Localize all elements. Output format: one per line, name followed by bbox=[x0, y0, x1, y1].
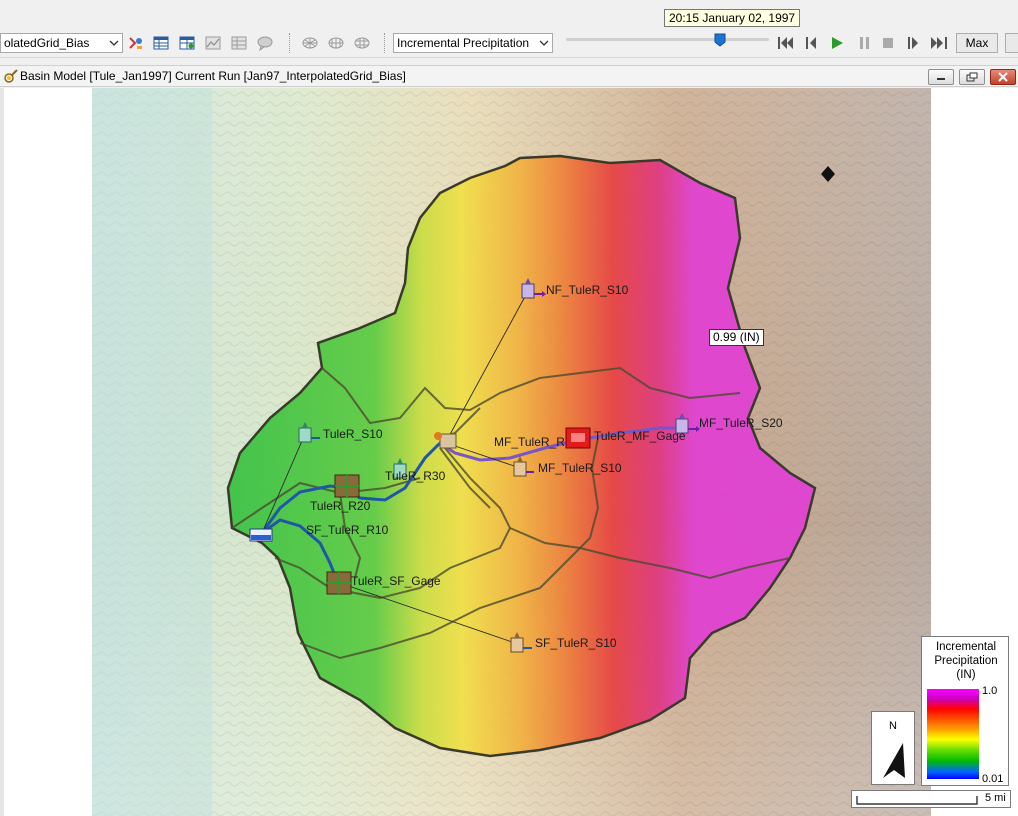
mf-gage-label: TuleR_MF_Gage bbox=[594, 429, 686, 443]
grid-cells-icon[interactable] bbox=[327, 34, 345, 52]
legend-max-value: 1.0 bbox=[982, 685, 998, 697]
grid-icon[interactable] bbox=[301, 34, 319, 52]
s10-subbasin-label: TuleR_S10 bbox=[323, 427, 383, 441]
basin-model-icon bbox=[4, 69, 18, 83]
forward-end-icon[interactable] bbox=[931, 37, 947, 49]
play-icon[interactable] bbox=[832, 37, 843, 49]
restore-icon bbox=[966, 72, 978, 82]
run-select[interactable]: olatedGrid_Bias bbox=[0, 33, 123, 53]
step-forward-icon[interactable] bbox=[908, 37, 918, 49]
minimize-icon bbox=[937, 78, 945, 80]
parameter-select[interactable]: Incremental Precipitation bbox=[393, 33, 553, 53]
r20-reach-label: TuleR_R20 bbox=[310, 499, 371, 513]
parameter-select-value: Incremental Precipitation bbox=[397, 36, 530, 50]
legend-title-line2: Precipitation bbox=[934, 655, 998, 667]
max-button[interactable]: Max bbox=[956, 33, 998, 53]
rewind-start-icon[interactable] bbox=[778, 37, 793, 49]
mf-gage-icon[interactable] bbox=[565, 427, 591, 449]
pause-icon[interactable] bbox=[860, 37, 869, 49]
time-series-table-icon[interactable] bbox=[230, 34, 248, 52]
r20-reservoir-icon[interactable] bbox=[334, 474, 360, 498]
close-button[interactable] bbox=[990, 69, 1016, 85]
legend-color-ramp bbox=[927, 689, 979, 779]
graph-icon[interactable] bbox=[204, 34, 222, 52]
messages-icon[interactable] bbox=[256, 34, 274, 52]
legend-title: Incremental Precipitation (IN) bbox=[922, 640, 1010, 682]
precipitation-legend: Incremental Precipitation (IN) 1.0 0.01 bbox=[921, 636, 1009, 786]
time-slider[interactable] bbox=[566, 38, 769, 41]
time-slider-thumb[interactable] bbox=[714, 33, 726, 47]
legend-title-line3: (IN) bbox=[956, 669, 976, 681]
nf-subbasin-label: NF_TuleR_S10 bbox=[546, 283, 629, 297]
outlet-sink-icon[interactable] bbox=[249, 528, 273, 542]
legend-title-line1: Incremental bbox=[935, 641, 997, 653]
sf-reach-label: SF_TuleR_R10 bbox=[306, 523, 389, 537]
r30-reach-label: TuleR_R30 bbox=[385, 469, 446, 483]
results-table-icon[interactable] bbox=[152, 34, 170, 52]
close-icon bbox=[998, 72, 1008, 82]
extra-button[interactable] bbox=[1005, 33, 1018, 53]
time-tooltip: 20:15 January 02, 1997 bbox=[664, 9, 801, 27]
valley-floor bbox=[92, 88, 212, 816]
mf-reach-label: MF_TuleR_R bbox=[494, 435, 565, 449]
summary-table-icon[interactable] bbox=[178, 34, 196, 52]
grid-extent-icon[interactable] bbox=[353, 34, 371, 52]
sf-subbasin-label: SF_TuleR_S10 bbox=[535, 636, 617, 650]
minimize-button[interactable] bbox=[928, 69, 954, 85]
stop-icon[interactable] bbox=[883, 38, 893, 48]
scale-bar: 5 mi bbox=[851, 790, 1011, 808]
north-label: N bbox=[889, 720, 897, 732]
north-arrow: N bbox=[871, 711, 915, 785]
cell-value-readout: 0.99 (IN) bbox=[709, 329, 764, 346]
basin-window-titlebar: Basin Model [Tule_Jan1997] Current Run [… bbox=[0, 65, 1018, 87]
basin-map[interactable]: NF_TuleR_S10 MF_TuleR_S20 MF_TuleR_R Tul… bbox=[0, 88, 1018, 816]
run-select-value: olatedGrid_Bias bbox=[4, 36, 90, 50]
playback-controls bbox=[778, 37, 947, 49]
toolbar-separator bbox=[289, 33, 290, 53]
north-arrow-icon bbox=[883, 743, 905, 778]
mf-subbasin-s20-label: MF_TuleR_S20 bbox=[699, 416, 783, 430]
step-back-icon[interactable] bbox=[806, 37, 816, 49]
chevron-down-icon bbox=[105, 34, 122, 52]
chevron-down-icon bbox=[535, 34, 552, 52]
sf-gage-label: TuleR_SF_Gage bbox=[351, 574, 441, 588]
restore-button[interactable] bbox=[959, 69, 985, 85]
scale-bar-graphic bbox=[856, 796, 978, 805]
toolbar-separator bbox=[384, 33, 385, 53]
compute-icon[interactable] bbox=[127, 34, 145, 52]
basin-window-title: Basin Model [Tule_Jan1997] Current Run [… bbox=[20, 69, 406, 83]
scale-bar-label: 5 mi bbox=[985, 792, 1006, 804]
legend-min-value: 0.01 bbox=[982, 773, 1004, 785]
mf-subbasin-s10-label: MF_TuleR_S10 bbox=[538, 461, 622, 475]
sf-gage-icon[interactable] bbox=[326, 571, 352, 595]
